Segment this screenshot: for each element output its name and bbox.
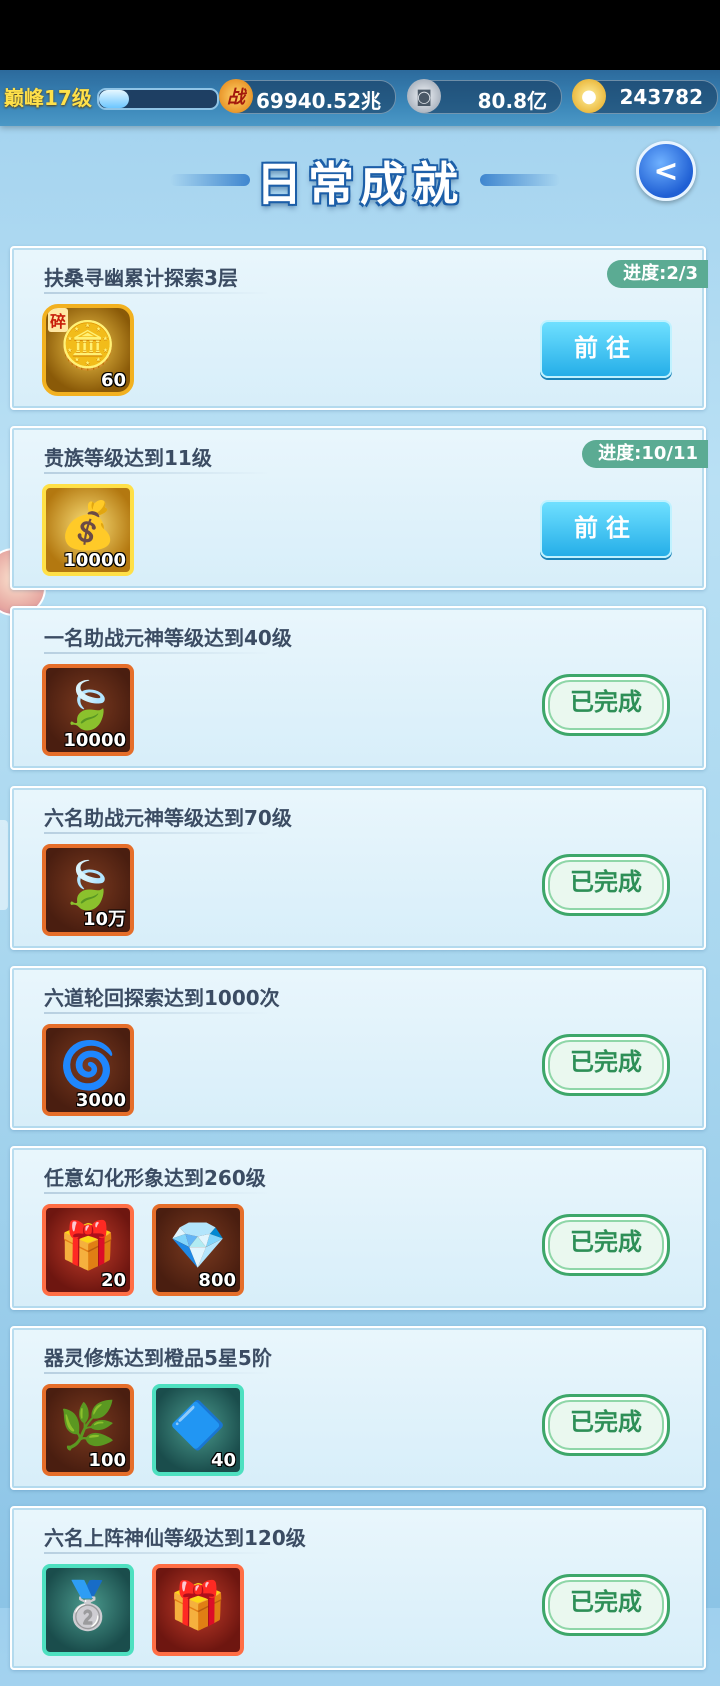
title-underline xyxy=(44,652,270,654)
ingot-counter[interactable]: ● 243782 xyxy=(572,79,718,114)
title-underline xyxy=(44,1192,270,1194)
title-underline xyxy=(44,472,270,474)
achievement-title: 六道轮回探索达到1000次 xyxy=(44,986,280,1010)
reward-quantity: 100 xyxy=(88,1450,126,1471)
gold-ingot-pile-icon: 💰 xyxy=(59,497,117,552)
reward-item[interactable]: 🎁 xyxy=(152,1564,244,1656)
reward-quantity: 10000 xyxy=(63,550,126,571)
level-progress-bar xyxy=(97,88,219,110)
achievement-title: 任意幻化形象达到260级 xyxy=(44,1166,266,1190)
combat-power: 战 69940.52兆 xyxy=(219,79,396,114)
achievement-title: 扶桑寻幽累计探索3层 xyxy=(44,266,238,290)
page-title: 日常成就 xyxy=(256,157,464,211)
reward-quantity: 20 xyxy=(100,1270,126,1291)
reward-item[interactable]: 💎 800 xyxy=(152,1204,244,1296)
title-underline xyxy=(44,1012,270,1014)
red-lucky-bag-icon: 🎁 xyxy=(59,1217,117,1272)
achievement-card: 贵族等级达到11级 进度:10/11 💰 10000 前往 xyxy=(10,426,708,590)
achievement-card: 六名助战元神等级达到70级 🍃 10万 已完成 xyxy=(10,786,706,950)
cyan-crystal-icon: 💎 xyxy=(169,1217,227,1272)
reward-item[interactable]: 🪙 碎 60 xyxy=(42,304,134,396)
reward-quantity: 3000 xyxy=(75,1090,126,1111)
achievement-card: 扶桑寻幽累计探索3层 进度:2/3 🪙 碎 60 前往 xyxy=(10,246,708,410)
reward-quantity: 60 xyxy=(100,370,126,391)
title-underline xyxy=(44,1552,270,1554)
go-button[interactable]: 前往 xyxy=(540,320,672,378)
reward-item[interactable]: 🍃 10000 xyxy=(42,664,134,756)
completed-badge: 已完成 xyxy=(542,1574,670,1636)
completed-badge: 已完成 xyxy=(542,674,670,736)
title-underline xyxy=(44,832,270,834)
achievement-card: 任意幻化形象达到260级 🎁 20 💎 800 已完成 xyxy=(10,1146,706,1310)
side-drawer-handle[interactable] xyxy=(0,820,8,910)
reward-items: 🥈 🎁 xyxy=(42,1564,244,1656)
herb-pot-icon: 🌿 xyxy=(59,1397,117,1452)
coin-icon: ◙ xyxy=(407,79,441,113)
top-resource-bar: 巅峰17级 战 69940.52兆 ◙ 80.8亿 ● 243782 xyxy=(0,70,720,126)
reward-items: 🪙 碎 60 xyxy=(42,304,134,396)
fragment-badge: 碎 xyxy=(48,308,69,332)
reward-items: 🍃 10万 xyxy=(42,844,134,936)
page-header: 日常成就 xyxy=(0,140,720,220)
reward-items: 🍃 10000 xyxy=(42,664,134,756)
gold-ingot-icon: ● xyxy=(572,79,606,113)
back-button[interactable]: < xyxy=(636,141,696,201)
green-spirit-leaf-icon: 🍃 xyxy=(59,677,117,732)
progress-badge: 进度:2/3 xyxy=(607,260,708,288)
achievement-card: 六名上阵神仙等级达到120级 🥈 🎁 已完成 xyxy=(10,1506,706,1670)
completed-badge: 已完成 xyxy=(542,854,670,916)
reward-quantity: 10000 xyxy=(63,730,126,751)
reward-item[interactable]: 🥈 xyxy=(42,1564,134,1656)
go-button[interactable]: 前往 xyxy=(540,500,672,558)
reward-item[interactable]: 🔷 40 xyxy=(152,1384,244,1476)
reward-quantity: 800 xyxy=(198,1270,236,1291)
red-lucky-bag-icon: 🎁 xyxy=(169,1577,227,1632)
reward-item[interactable]: 🌿 100 xyxy=(42,1384,134,1476)
back-arrow-icon: < xyxy=(653,153,679,189)
completed-badge: 已完成 xyxy=(542,1214,670,1276)
reward-item[interactable]: 🌀 3000 xyxy=(42,1024,134,1116)
coin-counter[interactable]: ◙ 80.8亿 xyxy=(407,79,562,114)
combat-power-icon: 战 xyxy=(219,79,253,113)
blue-powder-pile-icon: 🔷 xyxy=(169,1397,227,1452)
achievement-list: 扶桑寻幽累计探索3层 进度:2/3 🪙 碎 60 前往 贵族等级达到11级 进度:10/11 💰… xyxy=(10,246,708,1686)
completed-badge: 已完成 xyxy=(542,1034,670,1096)
achievement-title: 器灵修炼达到橙品5星5阶 xyxy=(44,1346,272,1370)
achievement-title: 一名助战元神等级达到40级 xyxy=(44,626,292,650)
combat-power-value: 69940.52兆 xyxy=(255,89,381,113)
title-underline xyxy=(44,1372,270,1374)
completed-badge: 已完成 xyxy=(542,1394,670,1456)
green-cloud-jade-icon: 🌀 xyxy=(59,1037,117,1092)
reward-items: 💰 10000 xyxy=(42,484,134,576)
ingot-value: 243782 xyxy=(619,85,704,109)
reward-item[interactable]: 🎁 20 xyxy=(42,1204,134,1296)
reward-items: 🎁 20 💎 800 xyxy=(42,1204,244,1296)
reward-items: 🌀 3000 xyxy=(42,1024,134,1116)
silver-token-icon: 🥈 xyxy=(59,1577,117,1632)
coin-value: 80.8亿 xyxy=(477,89,547,113)
achievement-card: 器灵修炼达到橙品5星5阶 🌿 100 🔷 40 已完成 xyxy=(10,1326,706,1490)
status-bar xyxy=(0,0,720,70)
progress-badge: 进度:10/11 xyxy=(582,440,708,468)
reward-item[interactable]: 💰 10000 xyxy=(42,484,134,576)
player-level: 巅峰17级 xyxy=(4,86,92,110)
reward-item[interactable]: 🍃 10万 xyxy=(42,844,134,936)
reward-quantity: 10万 xyxy=(82,909,126,930)
green-spirit-leaf-icon: 🍃 xyxy=(59,857,117,912)
reward-items: 🌿 100 🔷 40 xyxy=(42,1384,244,1476)
achievement-card: 六道轮回探索达到1000次 🌀 3000 已完成 xyxy=(10,966,706,1130)
reward-quantity: 40 xyxy=(210,1450,236,1471)
achievement-title: 六名上阵神仙等级达到120级 xyxy=(44,1526,306,1550)
achievement-title: 贵族等级达到11级 xyxy=(44,446,212,470)
achievement-card: 一名助战元神等级达到40级 🍃 10000 已完成 xyxy=(10,606,706,770)
title-underline xyxy=(44,292,270,294)
achievement-title: 六名助战元神等级达到70级 xyxy=(44,806,292,830)
